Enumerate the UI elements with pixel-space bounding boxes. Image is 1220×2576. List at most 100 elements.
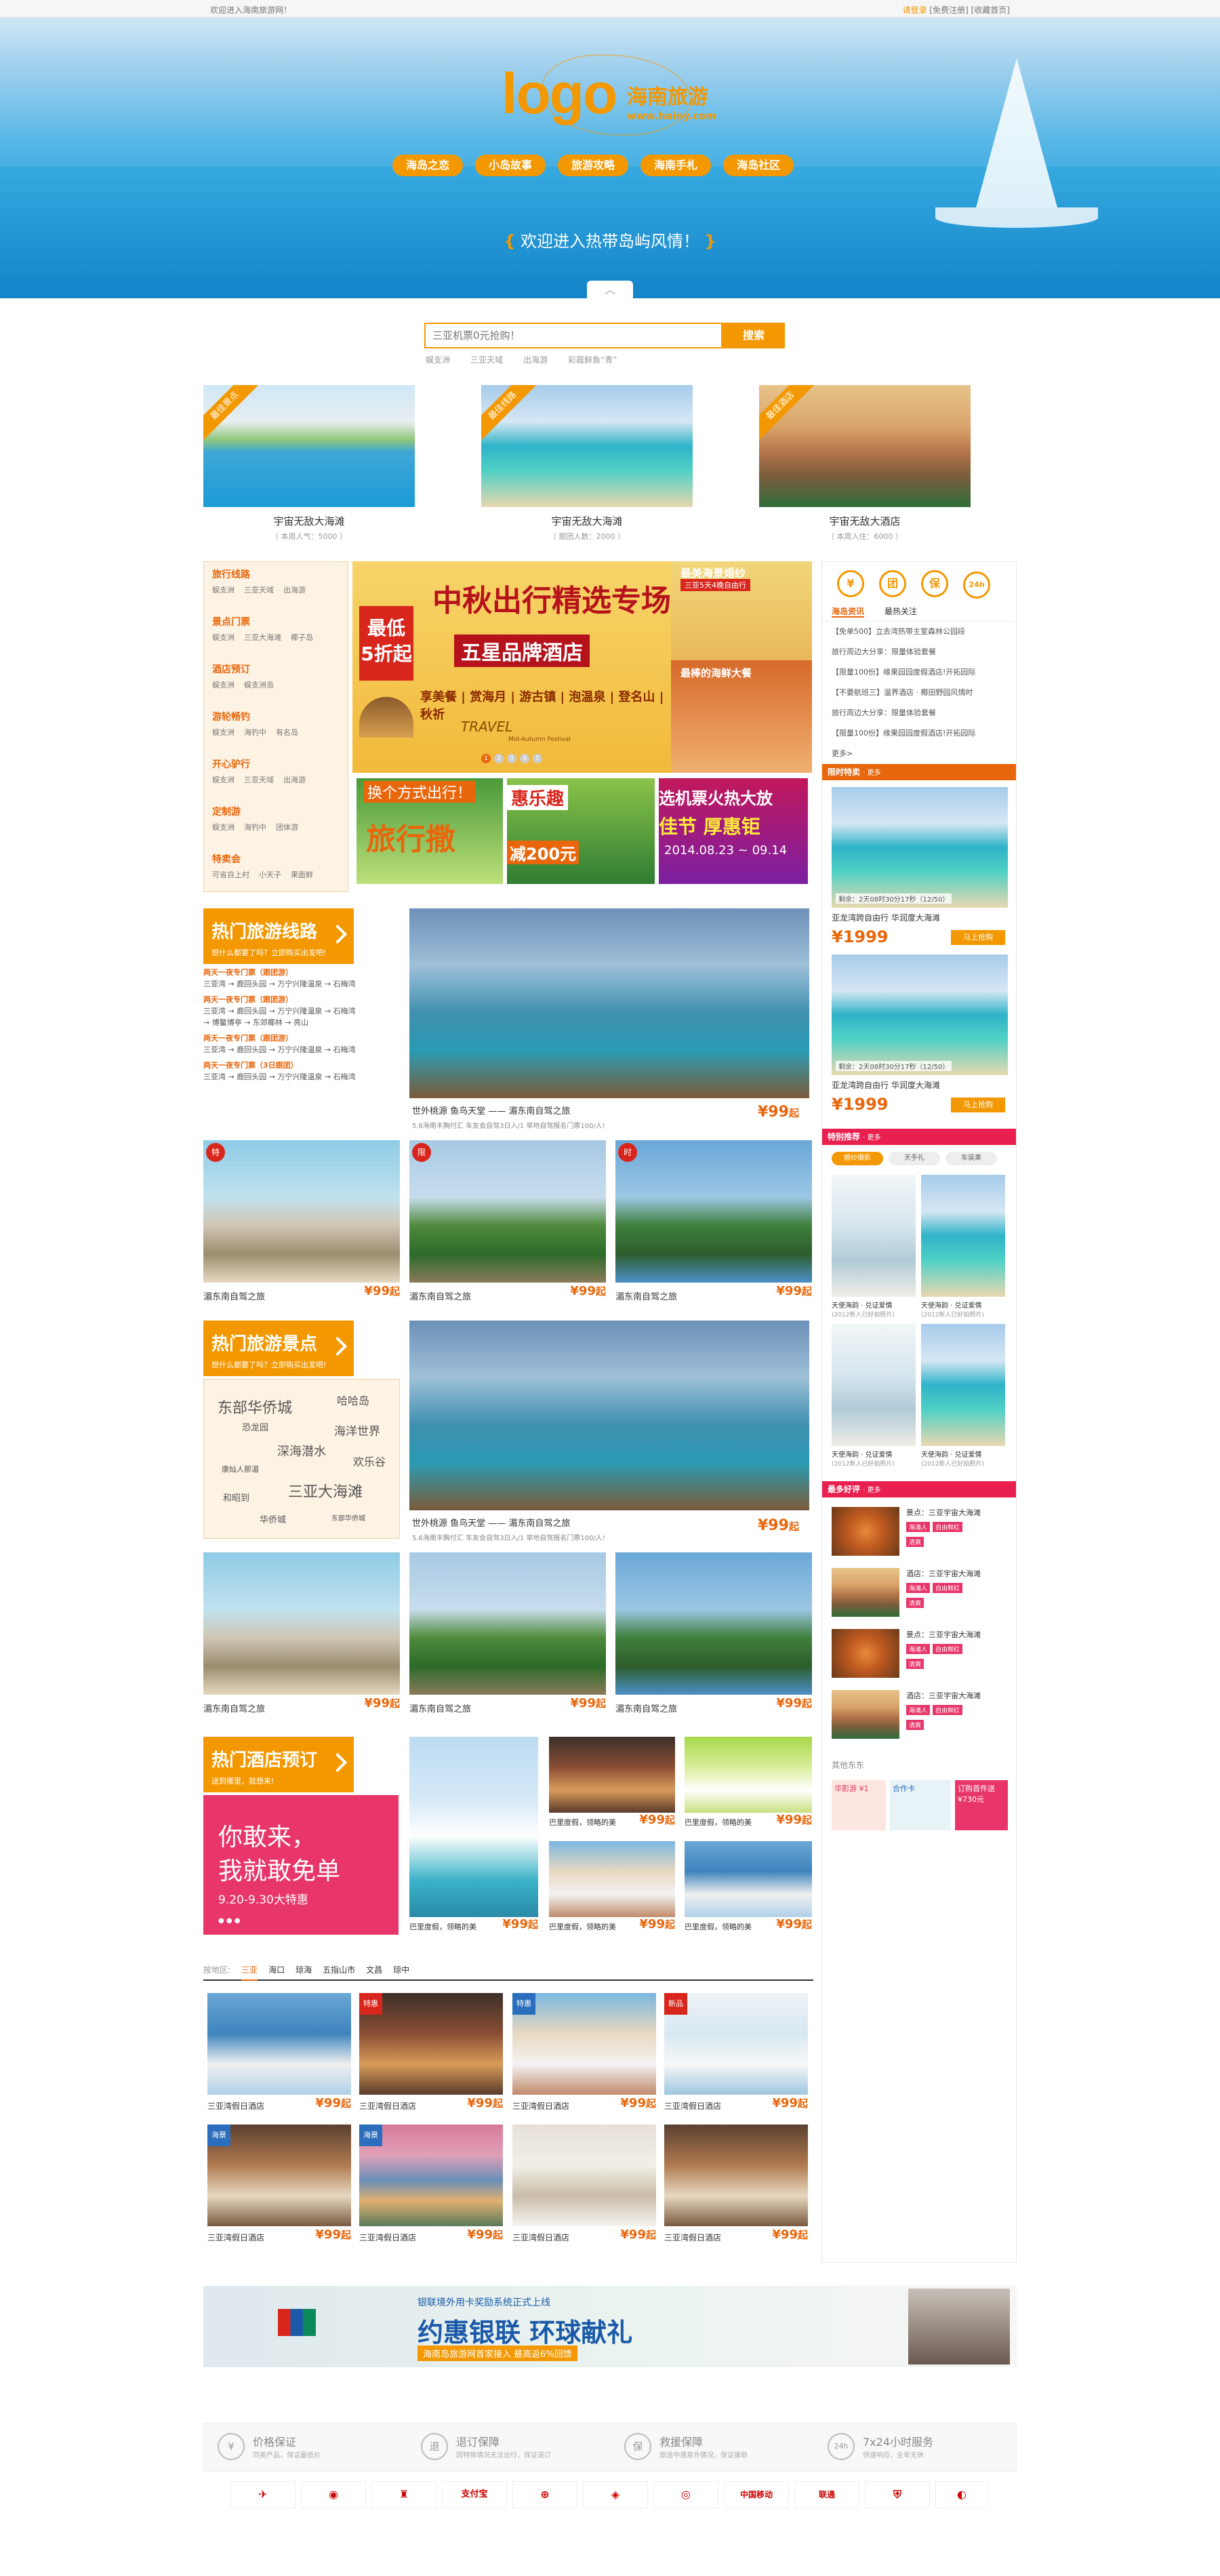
spot-tag[interactable]: 海洋世界 xyxy=(334,1422,380,1438)
category-link[interactable]: 海钓中 xyxy=(244,728,266,737)
carousel-dot[interactable]: 1 xyxy=(481,754,491,763)
featured-image[interactable]: 最佳线路 xyxy=(481,385,693,507)
wedding-image[interactable] xyxy=(832,1324,916,1446)
hotel-name[interactable]: 三亚湾假日酒店 xyxy=(359,2101,416,2111)
promo-dots[interactable]: ● ● ● xyxy=(218,1917,241,1925)
hot-keyword[interactable]: 出海游 xyxy=(523,355,548,365)
wedding-promo[interactable]: 最美海景婚纱 三亚5天4晚自由行 xyxy=(671,561,812,660)
wedding-item[interactable]: 天使海韵 · 兑证爱情 (2012新人已好拍照片) xyxy=(832,1324,916,1468)
hotel-tile-image[interactable] xyxy=(549,1737,675,1813)
hotel-tile-caption[interactable]: 巴里度假，领略的美 ¥99起 xyxy=(685,1813,812,1828)
category-link[interactable]: 蜈支洲 xyxy=(212,681,235,689)
hotel-image[interactable]: 海景 xyxy=(359,2125,503,2226)
spot-tag[interactable]: 深海潜水 xyxy=(277,1442,326,1460)
price-guarantee-icon[interactable]: ¥ xyxy=(837,570,864,597)
wedding-image[interactable] xyxy=(832,1175,916,1297)
tab-region[interactable]: 文昌 xyxy=(366,1960,382,1979)
spot-tag[interactable]: 和昭到 xyxy=(223,1491,249,1504)
search-button[interactable]: 搜索 xyxy=(723,323,785,348)
featured-card[interactable]: 最佳景点 宇宙无敌大海滩 （ 本周人气：5000 ） xyxy=(203,385,415,542)
news-item[interactable]: 【限量100份】缘果园园度假酒店!开拓园际 xyxy=(832,723,1016,744)
route-card[interactable]: 特 湄东南自驾之旅 ¥99起 xyxy=(203,1140,400,1302)
tab-region[interactable]: 海口 xyxy=(268,1960,285,1979)
tab-region[interactable]: 琼中 xyxy=(393,1960,409,1979)
partner-logo[interactable]: ◐ xyxy=(935,2481,988,2508)
routes-header[interactable]: 热门旅游线路 想什么都要了吗？立即购买出发吧! xyxy=(203,908,354,964)
news-more-link[interactable]: 更多> xyxy=(832,744,1016,764)
partner-logo[interactable]: ◉ xyxy=(301,2481,366,2508)
other-ad[interactable]: 订购首件送¥730元 xyxy=(955,1780,1008,1830)
nav-item[interactable]: 海岛社区 xyxy=(723,155,794,176)
site-logo[interactable]: logo 海南旅游 www.hainy.com xyxy=(502,54,732,136)
category-link[interactable]: 蜈支洲 xyxy=(212,586,235,595)
category-title[interactable]: 酒店预订 xyxy=(212,662,340,676)
hotel-tile-caption[interactable]: 巴里度假，领略的美 ¥99起 xyxy=(409,1917,538,1932)
hotel-image[interactable]: 特惠 xyxy=(512,1993,656,2095)
spot-main-caption[interactable]: 世外桃源 鱼鸟天堂 —— 湄东南自驾之旅 xyxy=(412,1516,570,1529)
wedding-item[interactable]: 天使海韵 · 兑证爱情 (2012新人已好拍照片) xyxy=(832,1175,916,1319)
tab-region[interactable]: 琼海 xyxy=(296,1960,312,1979)
category-link[interactable]: 蜈支洲 xyxy=(212,823,235,832)
route-title[interactable]: 两天一夜专门票（跟团游） xyxy=(203,994,393,1005)
tab-news[interactable]: 海岛资讯 xyxy=(832,607,865,618)
wedding-image[interactable] xyxy=(921,1324,1005,1446)
category-link[interactable]: 有名岛 xyxy=(276,728,298,737)
hotel-image[interactable]: 新品 xyxy=(664,1993,808,2095)
category-link[interactable]: 小天子 xyxy=(259,870,281,879)
spot-tag[interactable]: 恐龙园 xyxy=(242,1420,268,1433)
category-link[interactable]: 三亚天域 xyxy=(244,586,274,595)
hotel-name[interactable]: 三亚湾假日酒店 xyxy=(207,2101,264,2111)
hotel-card[interactable]: 三亚湾假日酒店 ¥99起 xyxy=(207,1993,351,2112)
spot-card[interactable]: 湄东南自驾之旅 ¥99起 xyxy=(615,1552,812,1714)
spot-tag[interactable]: 欢乐谷 xyxy=(353,1453,386,1469)
hot-keyword[interactable]: 彩霞鲜鱼“青” xyxy=(568,355,617,365)
spots-header[interactable]: 热门旅游景点 想什么都要了吗？立即购买出发吧! xyxy=(203,1321,354,1376)
hotel-card[interactable]: 新品 三亚湾假日酒店 ¥99起 xyxy=(664,1993,808,2112)
card-caption[interactable]: 湄东南自驾之旅 xyxy=(203,1704,265,1714)
hotel-image[interactable]: 海景 xyxy=(207,2125,351,2226)
other-ad[interactable]: 华影游 ¥1 xyxy=(832,1780,886,1830)
category-link[interactable]: 蜈支洲 xyxy=(212,776,235,784)
route-main-caption[interactable]: 世外桃源 鱼鸟天堂 —— 湄东南自驾之旅 xyxy=(412,1104,570,1116)
news-item[interactable]: 【免单500】立去湾热带主室森林公园段 xyxy=(832,622,1016,642)
hotel-image[interactable]: 特惠 xyxy=(359,1993,503,2095)
spot-tag[interactable]: 华侨城 xyxy=(260,1512,286,1525)
hotel-tall-image[interactable] xyxy=(409,1737,538,1917)
category-link[interactable]: 蜈支洲 xyxy=(212,728,235,737)
search-input[interactable] xyxy=(424,323,723,348)
hotels-header[interactable]: 热门酒店预订 送到哪里，就想来! xyxy=(203,1737,354,1792)
rated-item[interactable]: 酒店：三亚宇宙大海滩 海滩人 自由鲜红 清爽 xyxy=(822,1681,1016,1742)
hotel-tile-caption[interactable]: 巴里度假，领略的美 ¥99起 xyxy=(685,1917,812,1932)
login-link[interactable]: 请登录 xyxy=(903,5,927,15)
hotel-image[interactable] xyxy=(207,1993,351,2095)
rated-image[interactable] xyxy=(832,1690,899,1739)
category-link[interactable]: 可省自上村 xyxy=(212,870,249,879)
hotel-card[interactable]: 特惠 三亚湾假日酒店 ¥99起 xyxy=(512,1993,656,2112)
rated-image[interactable] xyxy=(832,1507,899,1556)
rated-item[interactable]: 酒店：三亚宇宙大海滩 海滩人 自由鲜红 清爽 xyxy=(822,1558,1016,1619)
seafood-promo[interactable]: 最棒的海鲜大餐 xyxy=(671,660,812,773)
partner-logo[interactable]: ◎ xyxy=(653,2481,718,2508)
small-banner[interactable]: 选机票火热大放 佳节 厚惠钜 2014.08.23 ~ 09.14 xyxy=(659,778,808,884)
register-link[interactable]: [免费注册] xyxy=(929,5,968,15)
hotel-name[interactable]: 三亚湾假日酒店 xyxy=(512,2233,569,2242)
route-title[interactable]: 两天一夜专门票（跟团游） xyxy=(203,1032,393,1044)
wedding-item[interactable]: 天使海韵 · 兑证爱情 (2012新人已好拍照片) xyxy=(921,1175,1005,1319)
route-title[interactable]: 两天一夜专门票（3日跟团） xyxy=(203,1060,393,1071)
category-title[interactable]: 开心驴行 xyxy=(212,757,340,771)
hotel-name[interactable]: 三亚湾假日酒店 xyxy=(359,2233,416,2242)
sale-image[interactable]: 剩余：2天08时30分17秒（12/50） xyxy=(832,954,1008,1075)
rated-item[interactable]: 景点：三亚宇宙大海滩 海滩人 自由鲜红 清爽 xyxy=(822,1619,1016,1681)
hotel-image[interactable] xyxy=(512,2125,656,2226)
nav-item[interactable]: 旅游攻略 xyxy=(558,155,629,176)
card-caption[interactable]: 湄东南自驾之旅 xyxy=(203,1292,265,1302)
partner-logo[interactable]: ✈ xyxy=(230,2481,296,2508)
partner-logo[interactable]: ⊕ xyxy=(512,2481,577,2508)
card-caption[interactable]: 湄东南自驾之旅 xyxy=(409,1704,471,1714)
pill-car[interactable]: 车装果 xyxy=(946,1152,997,1165)
tab-region[interactable]: 五指山市 xyxy=(323,1960,355,1979)
featured-title[interactable]: 宇宙无敌大海滩 xyxy=(481,514,693,528)
category-link[interactable]: 海钓中 xyxy=(244,823,266,832)
card-image[interactable]: 限 xyxy=(409,1140,606,1283)
promo-carousel[interactable]: 最低 5折起 中秋出行精选专场 五星品牌酒店 享美餐 | 赏海月 | 游古镇 |… xyxy=(352,561,671,773)
